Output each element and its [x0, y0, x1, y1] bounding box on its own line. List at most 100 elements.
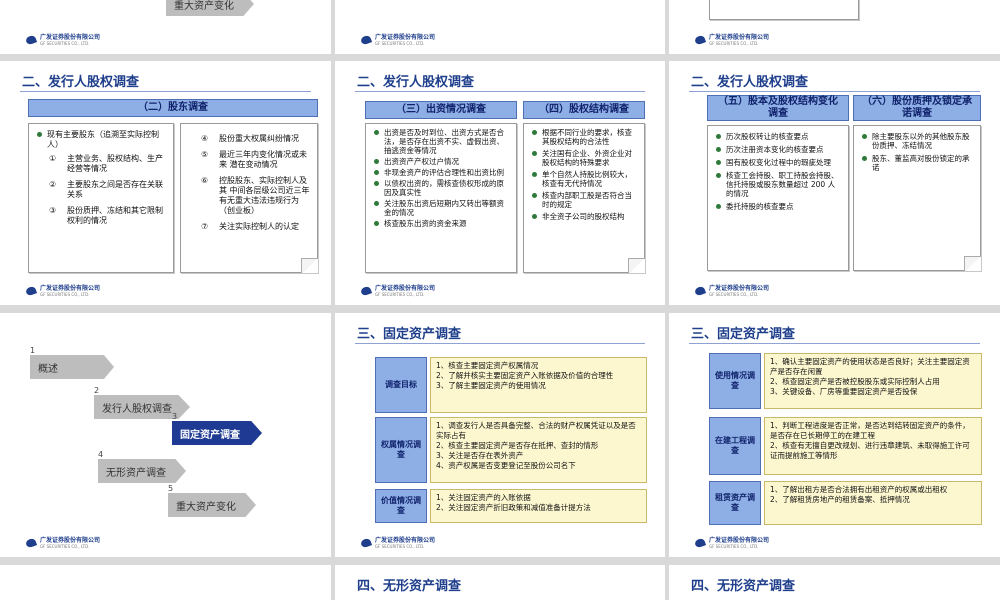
logo-icon: [693, 34, 707, 46]
bullet-item: 委托持股的核查要点: [716, 202, 842, 211]
item-number: ④: [201, 134, 209, 143]
bullet-item: 核查内部职工股是否符合当时的规定: [532, 191, 638, 209]
bullet-list: 根据不同行业的要求，核查其股权结构的合法性 关注国有企业、外资企业对股权结构的特…: [524, 124, 644, 221]
company-logo: 广发证券股份有限公司 GF SECURITIES CO., LTD.: [24, 537, 100, 549]
agenda-step-fragment: 重大资产变化: [166, 0, 254, 16]
item-number: ⑥: [201, 176, 209, 185]
card-fragment: [709, 0, 859, 20]
slide-thumb-r1-right[interactable]: 广发证券股份有限公司 GF SECURITIES CO., LTD.: [669, 0, 1000, 54]
title-divider: [355, 91, 645, 92]
row-line: 3、关注是否存在表外资产: [436, 451, 524, 460]
left-card: 历次股权转让的核查要点 历次注册资本变化的核查要点 国有股权变化过程中的瑕疵处理…: [707, 125, 849, 271]
slide-capital[interactable]: 二、发行人股权调查 （三）出资情况调查 （四）股权结构调查 出资是否及时到位、出…: [335, 61, 665, 305]
numbered-item: ③ 股份质押、冻结和其它限制权利的情况: [49, 206, 167, 226]
numbered-item: ① 主营业务、股权结构、生产经营等情况: [49, 154, 167, 174]
item-text: 主要股东之间是否存在关联关系: [67, 180, 163, 199]
company-logo: 广发证券股份有限公司 GF SECURITIES CO., LTD.: [24, 285, 100, 297]
step-number: 5: [168, 484, 174, 493]
step-label: 无形资产调查: [98, 459, 186, 483]
title-divider: [689, 91, 980, 92]
title-divider: [20, 91, 311, 92]
row-label: 价值情况调查: [375, 489, 427, 523]
bullet-list: 出资是否及时到位、出资方式是否合法，是否存在出资不实、虚假出资、抽逃资金等情况 …: [366, 124, 516, 228]
logo-icon: [24, 285, 38, 297]
left-card: 出资是否及时到位、出资方式是否合法，是否存在出资不实、虚假出资、抽逃资金等情况 …: [365, 123, 517, 273]
logo-text: 广发证券股份有限公司: [375, 285, 436, 292]
slide-thumb-r4-left[interactable]: [0, 565, 331, 600]
agenda-step-4: 4 无形资产调查: [98, 450, 186, 483]
item-number: ⑦: [201, 222, 209, 231]
slide-grid: 重大资产变化 广发证券股份有限公司 GF SECURITIES CO., LTD.…: [0, 0, 1000, 600]
logo-text: 广发证券股份有限公司: [375, 537, 436, 544]
table-row: 权属情况调查 1、调查发行人是否具备完整、合法的财产权属凭证以及是否实际占有 2…: [375, 417, 647, 483]
row-label: 调查目标: [375, 357, 427, 413]
table-row: 调查目标 1、核查主要固定资产权属情况 2、了解并核实主要固定资产入账依据及价值…: [375, 357, 647, 413]
company-logo: 广发证券股份有限公司 GF SECURITIES CO., LTD.: [693, 34, 770, 46]
slide-thumb-r1-mid[interactable]: 广发证券股份有限公司 GF SECURITIES CO., LTD.: [335, 0, 665, 54]
item-number: ⑤: [201, 150, 209, 159]
bullet-item: 非现金资产的评估合理性和出资比例: [374, 168, 510, 177]
slide-fixed-assets-2[interactable]: 三、固定资产调查 使用情况调查 1、确认主要固定资产的使用状态是否良好；关注主要…: [669, 313, 1000, 557]
bullet-item: 核查股东出资的资金来源: [374, 219, 510, 228]
numbered-item: ④ 股份重大权属纠纷情况: [201, 134, 311, 144]
row-line: 2、了解租赁房地产的租赁备案、抵押情况: [770, 495, 910, 504]
title-divider: [355, 343, 645, 344]
bullet-list: 除主要股东以外的其他股东股份质押、冻结情况 股东、董监高对股份锁定的承诺: [854, 126, 980, 172]
company-logo: 广发证券股份有限公司 GF SECURITIES CO., LTD.: [24, 34, 100, 46]
row-body: 1、了解出租方是否合法拥有出租资产的权属或出租权 2、了解租赁房地产的租赁备案、…: [764, 481, 982, 525]
row-line: 1、了解出租方是否合法拥有出租资产的权属或出租权: [770, 485, 948, 494]
slide-fixed-assets-1[interactable]: 三、固定资产调查 调查目标 1、核查主要固定资产权属情况 2、了解并核实主要固定…: [335, 313, 665, 557]
bullet-list: 现有主要股东（追溯至实际控制人）: [29, 124, 173, 150]
row-line: 2、关注固定资产折旧政策和减值准备计提方法: [436, 503, 591, 512]
right-card: 根据不同行业的要求，核查其股权结构的合法性 关注国有企业、外资企业对股权结构的特…: [523, 123, 645, 273]
item-number: ②: [49, 180, 57, 189]
item-number: ①: [49, 154, 57, 163]
slide-thumb-r4-right[interactable]: 四、无形资产调查: [669, 565, 1000, 600]
item-text: 股份重大权属纠纷情况: [219, 134, 299, 143]
row-body: 1、确认主要固定资产的使用状态是否良好；关注主要固定资产是否存在闲置 2、核查固…: [764, 353, 982, 409]
company-logo: 广发证券股份有限公司 GF SECURITIES CO., LTD.: [359, 537, 436, 549]
item-text: 股份质押、冻结和其它限制权利的情况: [67, 206, 163, 225]
logo-text: 广发证券股份有限公司: [709, 537, 770, 544]
row-line: 1、调查发行人是否具备完整、合法的财产权属凭证以及是否实际占有: [436, 421, 636, 440]
step-number: 3: [172, 412, 178, 421]
item-text: 控股股东、实际控制人及其 中间各层级公司近三年有无重大违法违规行为（创业板）: [219, 176, 310, 215]
bullet-item: 现有主要股东（追溯至实际控制人）: [37, 130, 167, 150]
step-label: 固定资产调查: [172, 421, 262, 445]
item-text: 主营业务、股权结构、生产经营等情况: [67, 154, 163, 173]
slide-agenda[interactable]: 1 概述 2 发行人股权调查 3 固定资产调查 4 无形资产调查 5 重大资产变…: [0, 313, 331, 557]
logo-icon: [24, 34, 38, 46]
step-number: 4: [98, 450, 104, 459]
logo-subtext: GF SECURITIES CO., LTD.: [375, 292, 425, 297]
slide-title: 三、固定资产调查: [691, 327, 796, 342]
company-logo: 广发证券股份有限公司 GF SECURITIES CO., LTD.: [359, 34, 435, 46]
row-line: 2、核查固定资产是否被控股股东或实际控制人占用: [770, 377, 940, 386]
slide-shareholders[interactable]: 二、发行人股权调查 （二）股东调查 现有主要股东（追溯至实际控制人） ① 主营业务…: [0, 61, 331, 305]
slide-thumb-r1-left[interactable]: 重大资产变化 广发证券股份有限公司 GF SECURITIES CO., LTD.: [0, 0, 331, 54]
numbered-item: ⑤ 最近三年内变化情况或未来 潜在变动情况: [201, 150, 311, 170]
bullet-item: 关注股东出资后短期内又转出等额资金的情况: [374, 199, 510, 217]
bullet-item: 除主要股东以外的其他股东股份质押、冻结情况: [862, 132, 974, 150]
logo-icon: [693, 285, 707, 297]
row-label: 使用情况调查: [709, 353, 761, 409]
agenda-step-fragment-label: 重大资产变化: [166, 0, 254, 16]
logo-subtext: GF SECURITIES CO., LTD.: [375, 544, 425, 549]
numbered-item: ② 主要股东之间是否存在关联关系: [49, 180, 167, 200]
row-line: 1、确认主要固定资产的使用状态是否良好；关注主要固定资产是否存在闲置: [770, 357, 970, 376]
logo-subtext: GF SECURITIES CO., LTD.: [40, 544, 90, 549]
slide-equity-change[interactable]: 二、发行人股权调查 （五）股本及股权结构变化调查 （六）股份质押及锁定承诺调查 …: [669, 61, 1000, 305]
logo-text: 广发证券股份有限公司: [709, 34, 770, 41]
row-line: 1、判断工程进度是否正常，是否达到结转固定资产的条件，是否存在已长期停工的在建工…: [770, 421, 970, 440]
slide-thumb-r4-mid[interactable]: 四、无形资产调查: [335, 565, 665, 600]
agenda-step-5: 5 重大资产变化: [168, 484, 256, 517]
bullet-item: 出资是否及时到位、出资方式是否合法，是否存在出资不实、虚假出资、抽逃资金等情况: [374, 128, 510, 155]
row-line: 2、核查主要固定资产是否存在抵押、查封的情形: [436, 441, 599, 450]
section-header-left: （三）出资情况调查: [365, 101, 517, 119]
company-logo: 广发证券股份有限公司 GF SECURITIES CO., LTD.: [359, 285, 436, 297]
logo-subtext: GF SECURITIES CO., LTD.: [40, 292, 90, 297]
table-row: 价值情况调查 1、关注固定资产的入账依据 2、关注固定资产折旧政策和减值准备计提…: [375, 489, 647, 523]
bullet-item: 关注国有企业、外资企业对股权结构的特殊要求: [532, 149, 638, 167]
bullet-item: 以债权出资的，需核查债权形成的原因及真实性: [374, 179, 510, 197]
bullet-item: 非全资子公司的股权结构: [532, 212, 638, 221]
logo-text: 广发证券股份有限公司: [709, 285, 770, 292]
